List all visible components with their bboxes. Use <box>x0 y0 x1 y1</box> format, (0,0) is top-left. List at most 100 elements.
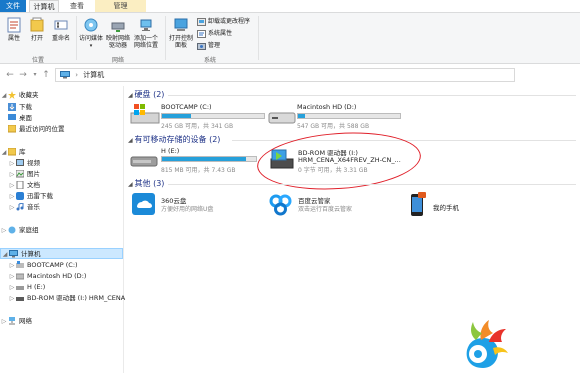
nav-network[interactable]: ▷ 网络 <box>0 316 32 327</box>
thunder-download-icon <box>16 192 24 200</box>
drive-usage-bar <box>161 113 265 119</box>
up-button[interactable]: ↑ <box>40 69 52 81</box>
section-hard-disks[interactable]: ◢ 硬盘 (2) <box>128 89 164 100</box>
group-network-label: 网络 <box>111 57 124 64</box>
group-system-label: 系统 <box>203 57 216 64</box>
homegroup-icon <box>8 226 16 234</box>
expanded-arrow-icon: ◢ <box>1 149 7 156</box>
collapsed-arrow-icon: ▷ <box>9 204 15 211</box>
ribbon-divider <box>165 16 166 60</box>
item-desc: 方便好用的网络U盘 <box>161 206 214 213</box>
nav-label: 下载 <box>19 103 32 111</box>
nav-macintosh[interactable]: ▷ Macintosh HD (D:) <box>8 271 87 282</box>
address-bar[interactable]: › 计算机 <box>55 68 515 82</box>
nav-homegroup[interactable]: ▷ 家庭组 <box>0 225 39 236</box>
tab-manage[interactable]: 管理 <box>95 0 146 12</box>
pictures-icon <box>16 170 24 178</box>
music-icon <box>16 203 24 211</box>
open-folder-icon <box>30 17 44 32</box>
chevron-down-icon: ▾ <box>33 71 37 78</box>
usage-fill <box>298 114 306 118</box>
360-cloud-icon <box>132 193 155 215</box>
properties-button[interactable]: 属性 <box>3 17 25 42</box>
system-properties-button[interactable]: 系统属性 <box>197 29 232 38</box>
forward-arrow-icon: → <box>19 70 27 80</box>
add-location-button[interactable]: 添加一个网络位置 <box>132 17 160 49</box>
open-button[interactable]: 打开 <box>26 17 48 42</box>
nav-downloads[interactable]: 下载 <box>8 102 32 113</box>
nav-recent[interactable]: 最近访问的位置 <box>8 124 65 135</box>
collapsed-arrow-icon: ▷ <box>9 295 15 302</box>
drive-space: 245 GB 可用，共 341 GB <box>161 123 234 130</box>
library-icon <box>8 148 16 156</box>
nav-label: 桌面 <box>19 114 32 122</box>
nav-label: 图片 <box>27 170 40 178</box>
collapsed-arrow-icon: ▷ <box>9 171 15 178</box>
manage-button[interactable]: 管理 <box>197 41 220 50</box>
computer-icon <box>9 250 18 258</box>
nav-label: H (E:) <box>27 283 46 291</box>
section-title: 有可移动存储的设备 (2) <box>134 135 221 144</box>
ribbon-divider <box>258 16 259 60</box>
forward-button[interactable]: → <box>17 69 29 81</box>
documents-icon <box>16 181 24 189</box>
collapsed-arrow-icon: ▷ <box>9 284 15 291</box>
nav-label: BOOTCAMP (C:) <box>27 261 78 269</box>
collapsed-arrow-icon: ▷ <box>9 182 15 189</box>
access-media-button[interactable]: 访问媒体▾ <box>78 17 104 50</box>
nav-label: 收藏夹 <box>19 91 39 99</box>
add-network-location-icon <box>140 19 152 31</box>
section-other[interactable]: ◢ 其他 (3) <box>128 178 164 189</box>
nav-label: 迅雷下载 <box>27 192 53 200</box>
uninstall-button[interactable]: 卸载或更改程序 <box>197 17 250 26</box>
control-panel-icon <box>174 18 188 31</box>
open-control-panel-label: 打开控制面板 <box>168 35 193 49</box>
nav-bootcamp[interactable]: ▷ BOOTCAMP (C:) <box>8 260 78 271</box>
nav-computer[interactable]: ◢ 计算机 <box>0 248 123 259</box>
nav-desktop[interactable]: 桌面 <box>8 113 32 124</box>
drive-name: H (E:) <box>161 147 180 155</box>
manage-label: 管理 <box>208 42 221 49</box>
nav-bdrom[interactable]: ▷ BD-ROM 驱动器 (I:) HRM_CENA <box>8 293 125 304</box>
usage-fill <box>162 157 246 161</box>
drive-name: Macintosh HD (D:) <box>297 103 357 111</box>
breadcrumb-computer[interactable]: 计算机 <box>83 69 104 81</box>
nav-label: 文档 <box>27 181 40 189</box>
nav-h-drive[interactable]: ▷ H (E:) <box>8 282 46 293</box>
nav-label: 网络 <box>19 317 32 325</box>
map-network-drive-icon <box>111 22 125 32</box>
nav-thunder[interactable]: ▷ 迅雷下载 <box>8 191 53 202</box>
nav-pictures[interactable]: ▷ 图片 <box>8 169 40 180</box>
nav-label: 视频 <box>27 159 40 167</box>
open-control-panel-button[interactable]: 打开控制面板 <box>168 17 194 49</box>
drive-space: 547 GB 可用，共 588 GB <box>297 123 370 130</box>
properties-icon <box>7 17 21 33</box>
nav-label: 最近访问的位置 <box>19 125 65 133</box>
nav-music[interactable]: ▷ 音乐 <box>8 202 40 213</box>
nav-documents[interactable]: ▷ 文档 <box>8 180 40 191</box>
section-removable[interactable]: ◢ 有可移动存储的设备 (2) <box>128 134 220 145</box>
tab-computer[interactable]: 计算机 <box>29 0 59 12</box>
nav-label: 音乐 <box>27 203 40 211</box>
tab-view[interactable]: 查看 <box>64 0 90 12</box>
tab-file[interactable]: 文件 <box>0 0 26 12</box>
usage-fill <box>162 114 191 118</box>
access-media-label: 访问媒体 <box>78 35 103 42</box>
drive-usage-bar <box>297 113 401 119</box>
nav-favorites[interactable]: ◢ 收藏夹 <box>0 90 39 101</box>
map-drive-button[interactable]: 映射网络驱动器 <box>105 17 131 49</box>
section-divider <box>168 95 576 96</box>
programs-icon <box>197 17 206 26</box>
rename-button[interactable]: 重命名 <box>49 17 73 42</box>
downloads-icon <box>8 103 16 111</box>
nav-label: 计算机 <box>21 250 41 258</box>
add-location-label: 添加一个网络位置 <box>133 35 158 49</box>
back-button[interactable]: ← <box>4 69 16 81</box>
address-row: ← → ▾ ↑ › 计算机 <box>0 66 580 84</box>
collapsed-arrow-icon: ▷ <box>1 227 7 234</box>
nav-libraries[interactable]: ◢ 库 <box>0 147 26 158</box>
nav-videos[interactable]: ▷ 视频 <box>8 158 40 169</box>
baidu-cloud-icon <box>269 194 292 216</box>
expanded-arrow-icon: ◢ <box>1 92 7 99</box>
item-name: 我的手机 <box>433 204 459 212</box>
